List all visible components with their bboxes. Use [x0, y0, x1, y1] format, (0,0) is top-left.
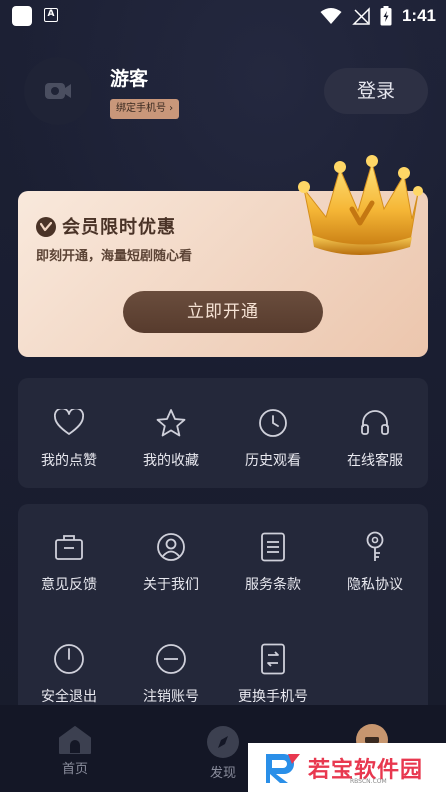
feedback-bag-icon [52, 530, 86, 564]
avatar[interactable] [24, 57, 92, 125]
watermark: 若宝软件园 RBSCN.COM [248, 743, 446, 792]
vip-title: 会员限时优惠 [62, 217, 176, 238]
phone-swap-icon [256, 642, 290, 676]
crown-icon [298, 155, 423, 255]
app-notification-icon [12, 6, 32, 26]
change-phone-label: 更换手机号 [238, 689, 308, 705]
status-bar: A 1:41 [0, 0, 446, 32]
watermark-domain: RBSCN.COM [350, 778, 387, 785]
a-notification-icon: A [44, 8, 58, 22]
terms-label: 服务条款 [245, 577, 301, 593]
battery-charging-icon [380, 6, 392, 26]
bind-phone-label: 绑定手机号 [116, 103, 166, 114]
minus-circle-icon [154, 642, 188, 676]
vip-subtitle: 即刻开通，海量短剧随心看 [36, 249, 193, 264]
user-circle-icon [154, 530, 188, 564]
about-us-label: 关于我们 [143, 577, 199, 593]
compass-icon [207, 726, 239, 758]
wifi-icon [320, 8, 342, 24]
logout-label: 安全退出 [41, 689, 97, 705]
logout-item[interactable]: 安全退出 [18, 642, 120, 706]
about-us-item[interactable]: 关于我们 [120, 530, 222, 594]
key-icon [358, 530, 392, 564]
feedback-label: 意见反馈 [41, 577, 97, 593]
no-signal-icon [352, 7, 370, 25]
username: 游客 [110, 68, 149, 90]
vip-badge-icon [36, 217, 56, 237]
activate-vip-button[interactable]: 立即开通 [123, 291, 323, 333]
home-icon [59, 726, 91, 754]
watch-history-item[interactable]: 历史观看 [222, 406, 324, 470]
nav-discover[interactable]: 发现 [200, 725, 246, 781]
my-favorites-item[interactable]: 我的收藏 [120, 406, 222, 470]
video-camera-icon [45, 83, 71, 99]
online-service-label: 在线客服 [347, 453, 403, 469]
privacy-item[interactable]: 隐私协议 [324, 530, 426, 594]
delete-account-item[interactable]: 注销账号 [120, 642, 222, 706]
status-time: 1:41 [401, 6, 436, 25]
star-icon [154, 406, 188, 440]
power-icon [52, 642, 86, 676]
watch-history-label: 历史观看 [245, 453, 301, 469]
terms-item[interactable]: 服务条款 [222, 530, 324, 594]
my-likes-item[interactable]: 我的点赞 [18, 406, 120, 470]
quick-actions-panel: 我的点赞 我的收藏 历史观看 在线客服 [18, 378, 428, 488]
headset-icon [358, 406, 392, 440]
clock-icon [256, 406, 290, 440]
bind-phone-button[interactable]: 绑定手机号 › [110, 99, 180, 119]
online-service-item[interactable]: 在线客服 [324, 406, 426, 470]
vip-promo-card: 会员限时优惠 即刻开通，海量短剧随心看 立即开通 [18, 155, 428, 357]
my-favorites-label: 我的收藏 [143, 453, 199, 469]
delete-account-label: 注销账号 [143, 689, 199, 705]
privacy-label: 隐私协议 [347, 577, 403, 593]
change-phone-item[interactable]: 更换手机号 [222, 642, 324, 706]
heart-icon [52, 406, 86, 440]
nav-home-label: 首页 [61, 762, 88, 777]
watermark-logo-icon [266, 753, 300, 783]
nav-home[interactable]: 首页 [52, 725, 98, 777]
settings-panel: 意见反馈 关于我们 服务条款 隐私协议 安全退出 注销账号 更换手机号 [18, 504, 428, 734]
document-icon [256, 530, 290, 564]
my-likes-label: 我的点赞 [41, 453, 97, 469]
chevron-right-icon: › [166, 103, 174, 114]
feedback-item[interactable]: 意见反馈 [18, 530, 120, 594]
login-button[interactable]: 登录 [324, 68, 428, 114]
nav-discover-label: 发现 [209, 766, 236, 781]
